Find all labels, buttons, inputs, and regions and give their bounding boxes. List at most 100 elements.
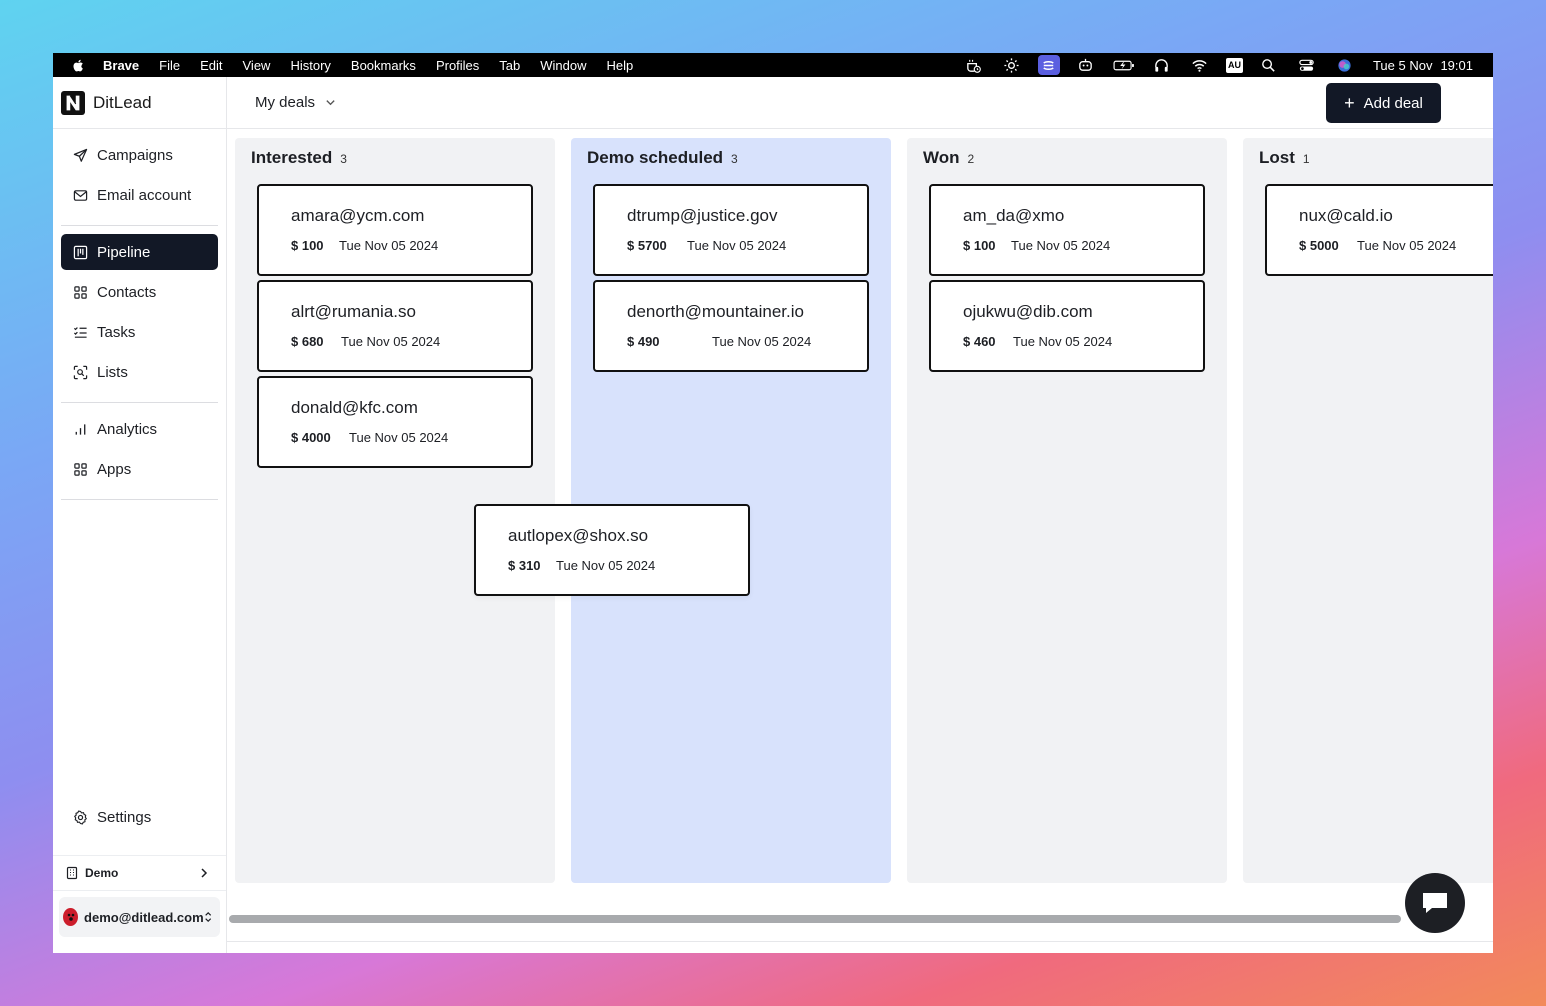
settings-wrapper: Settings — [61, 799, 218, 835]
deal-email: donald@kfc.com — [291, 398, 418, 417]
headphones-icon[interactable] — [1150, 56, 1174, 74]
deal-card[interactable]: ojukwu@dib.com $ 460 Tue Nov 05 2024 — [929, 280, 1205, 372]
menu-app-name[interactable]: Brave — [103, 58, 139, 73]
column-count: 3 — [340, 152, 347, 166]
deal-meta: $ 310 Tue Nov 05 2024 — [508, 558, 748, 573]
chevron-right-icon — [201, 868, 208, 878]
deal-card[interactable]: denorth@mountainer.io $ 490 Tue Nov 05 2… — [593, 280, 869, 372]
deals-view-label: My deals — [255, 94, 316, 111]
add-deal-button[interactable]: + Add deal — [1326, 83, 1441, 123]
building-icon — [66, 866, 78, 880]
sidebar-item-email-account[interactable]: Email account — [61, 177, 218, 213]
chevron-up-down-icon — [204, 911, 211, 923]
deal-meta: $ 100 Tue Nov 05 2024 — [963, 238, 1203, 253]
deal-email: am_da@xmo — [963, 206, 1065, 225]
menu-help[interactable]: Help — [607, 58, 634, 73]
deal-email: amara@ycm.com — [291, 206, 425, 225]
add-deal-label: Add deal — [1363, 94, 1423, 112]
deal-card[interactable]: donald@kfc.com $ 4000 Tue Nov 05 2024 — [257, 376, 533, 468]
scan-icon — [73, 364, 89, 380]
column-count: 3 — [731, 152, 738, 166]
column-title: Demo scheduled — [587, 148, 724, 167]
deal-card[interactable]: dtrump@justice.gov $ 5700 Tue Nov 05 202… — [593, 184, 869, 276]
menu-view[interactable]: View — [243, 58, 271, 73]
deal-date: Tue Nov 05 2024 — [349, 430, 449, 445]
deal-amount: $ 310 — [508, 558, 541, 573]
siri-icon[interactable] — [1333, 56, 1357, 74]
sidebar-item-label: Tasks — [97, 323, 136, 341]
menu-edit[interactable]: Edit — [200, 58, 222, 73]
deal-meta: $ 5000 Tue Nov 05 2024 — [1299, 238, 1493, 253]
menu-profiles[interactable]: Profiles — [436, 58, 479, 73]
dragging-deal-card[interactable]: autlopex@shox.so $ 310 Tue Nov 05 2024 — [474, 504, 750, 596]
support-chat-button[interactable] — [1405, 873, 1465, 933]
sidebar-item-pipeline[interactable]: Pipeline — [61, 234, 218, 270]
deal-card[interactable]: nux@cald.io $ 5000 Tue Nov 05 2024 — [1265, 184, 1493, 276]
battery-icon[interactable] — [1112, 56, 1136, 74]
status-area: AU Tue 5 Nov 19:01 — [948, 55, 1493, 75]
column-title: Won — [923, 148, 960, 167]
deal-meta: $ 100 Tue Nov 05 2024 — [291, 238, 531, 253]
input-source-badge[interactable]: AU — [1225, 57, 1243, 73]
deal-card[interactable]: alrt@rumania.so $ 680 Tue Nov 05 2024 — [257, 280, 533, 372]
column-count: 1 — [1302, 152, 1310, 166]
account-email: demo@ditlead.com — [84, 909, 204, 925]
deal-card[interactable]: amara@ycm.com $ 100 Tue Nov 05 2024 — [257, 184, 533, 276]
clock-time: 19:01 — [1440, 57, 1473, 73]
brand[interactable]: DitLead — [53, 77, 226, 129]
plus-icon: + — [1344, 93, 1355, 113]
avatar — [63, 908, 79, 926]
sidebar-item-label: Campaigns — [97, 146, 173, 164]
apple-icon[interactable] — [71, 57, 87, 73]
nav-group-outreach: Campaigns Email account — [61, 129, 218, 226]
column-won[interactable]: Won 2 am_da@xmo $ 100 Tue Nov 05 2024 oj… — [907, 138, 1227, 883]
control-center-icon[interactable] — [1295, 56, 1319, 74]
sidebar-item-label: Analytics — [97, 420, 158, 438]
account-switcher[interactable]: demo@ditlead.com — [59, 897, 220, 937]
sidebar-item-contacts[interactable]: Contacts — [61, 274, 218, 310]
workspace-switcher[interactable]: Demo — [53, 855, 226, 891]
coffee-timer-icon[interactable] — [962, 56, 986, 74]
deal-meta: $ 490 Tue Nov 05 2024 — [627, 334, 867, 349]
deal-date: Tue Nov 05 2024 — [1357, 238, 1457, 253]
brightness-icon[interactable] — [1000, 56, 1024, 74]
horizontal-scrollbar[interactable] — [229, 915, 1493, 925]
deal-amount: $ 100 — [963, 238, 996, 253]
sidebar-item-apps[interactable]: Apps — [61, 451, 218, 487]
menu-window[interactable]: Window — [540, 58, 586, 73]
menu-clock[interactable]: Tue 5 Nov 19:01 — [1373, 58, 1473, 73]
deal-amount: $ 460 — [963, 334, 996, 349]
sidebar-item-settings[interactable]: Settings — [61, 799, 218, 835]
deal-amount: $ 100 — [291, 238, 324, 253]
mail-icon — [73, 187, 89, 203]
chevron-down-icon — [326, 100, 335, 106]
sync-app-icon[interactable] — [1037, 55, 1060, 75]
scrollbar-thumb[interactable] — [229, 915, 1401, 923]
bot-icon[interactable] — [1074, 56, 1098, 74]
deals-view-dropdown[interactable]: My deals — [255, 94, 336, 111]
grid-icon — [73, 284, 89, 300]
menu-bookmarks[interactable]: Bookmarks — [351, 58, 416, 73]
app-window: Brave File Edit View History Bookmarks P… — [53, 53, 1493, 953]
deal-amount: $ 5000 — [1299, 238, 1339, 253]
deal-meta: $ 5700 Tue Nov 05 2024 — [627, 238, 867, 253]
sidebar-item-analytics[interactable]: Analytics — [61, 411, 218, 447]
spotlight-search-icon[interactable] — [1257, 56, 1281, 74]
sidebar-item-tasks[interactable]: Tasks — [61, 314, 218, 350]
deal-date: Tue Nov 05 2024 — [339, 238, 439, 253]
sidebar-item-lists[interactable]: Lists — [61, 354, 218, 390]
wifi-icon[interactable] — [1188, 56, 1212, 74]
menu-history[interactable]: History — [290, 58, 330, 73]
sidebar-item-label: Apps — [97, 460, 132, 478]
sidebar-item-campaigns[interactable]: Campaigns — [61, 137, 218, 173]
sidebar-item-label: Pipeline — [97, 243, 151, 261]
menu-bar: Brave File Edit View History Bookmarks P… — [53, 53, 1493, 77]
deal-card[interactable]: am_da@xmo $ 100 Tue Nov 05 2024 — [929, 184, 1205, 276]
menu-file[interactable]: File — [159, 58, 180, 73]
menu-tab[interactable]: Tab — [499, 58, 520, 73]
column-count: 2 — [967, 152, 975, 166]
column-lost[interactable]: Lost 1 nux@cald.io $ 5000 Tue Nov 05 202… — [1243, 138, 1493, 883]
deal-meta: $ 460 Tue Nov 05 2024 — [963, 334, 1203, 349]
column-header: Demo scheduled 3 — [587, 148, 869, 170]
deal-email: denorth@mountainer.io — [627, 302, 804, 321]
